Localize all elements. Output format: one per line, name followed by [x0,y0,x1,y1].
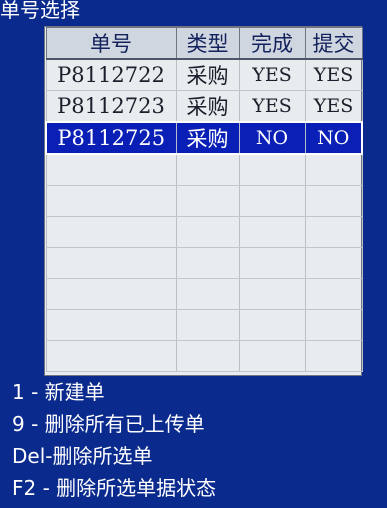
column-header-order-no[interactable]: 单号 [45,27,177,60]
order-no-cell: P8112722 [45,59,177,91]
empty-row[interactable] [45,185,363,217]
empty-row[interactable] [45,247,363,279]
table-header-row: 单号 类型 完成 提交 [45,27,363,60]
menu-item-delete-selected[interactable]: Del-删除所选单 [12,442,152,470]
empty-row[interactable] [45,278,363,310]
window-title: 单号选择 [0,0,80,22]
table-row[interactable]: P8112722 采购 YES YES [45,59,363,91]
menu-item-delete-uploaded[interactable]: 9 - 删除所有已上传单 [12,410,205,438]
table-row[interactable]: P8112723 采购 YES YES [45,90,363,123]
submitted-cell: NO [304,121,363,155]
submitted-cell: YES [304,59,363,91]
order-no-cell: P8112723 [45,90,177,123]
empty-row[interactable] [45,154,363,186]
column-header-submitted[interactable]: 提交 [304,27,363,60]
completed-cell: YES [238,90,306,123]
type-cell: 采购 [175,59,240,91]
empty-row[interactable] [45,340,363,372]
menu-item-delete-status[interactable]: F2 - 删除所选单据状态 [12,474,216,502]
submitted-cell: YES [304,90,363,123]
type-cell: 采购 [175,90,240,123]
empty-row[interactable] [45,216,363,248]
column-header-type[interactable]: 类型 [175,27,240,60]
empty-row[interactable] [45,309,363,341]
completed-cell: YES [238,59,306,91]
type-cell: 采购 [175,121,240,155]
order-no-cell: P8112725 [45,121,177,155]
order-table: 单号 类型 完成 提交 P8112722 采购 YES YES P8112723… [44,26,363,376]
completed-cell: NO [238,121,306,155]
menu-item-new-order[interactable]: 1 - 新建单 [12,378,105,406]
table-row-selected[interactable]: P8112725 采购 NO NO [45,121,363,155]
column-header-completed[interactable]: 完成 [238,27,306,60]
